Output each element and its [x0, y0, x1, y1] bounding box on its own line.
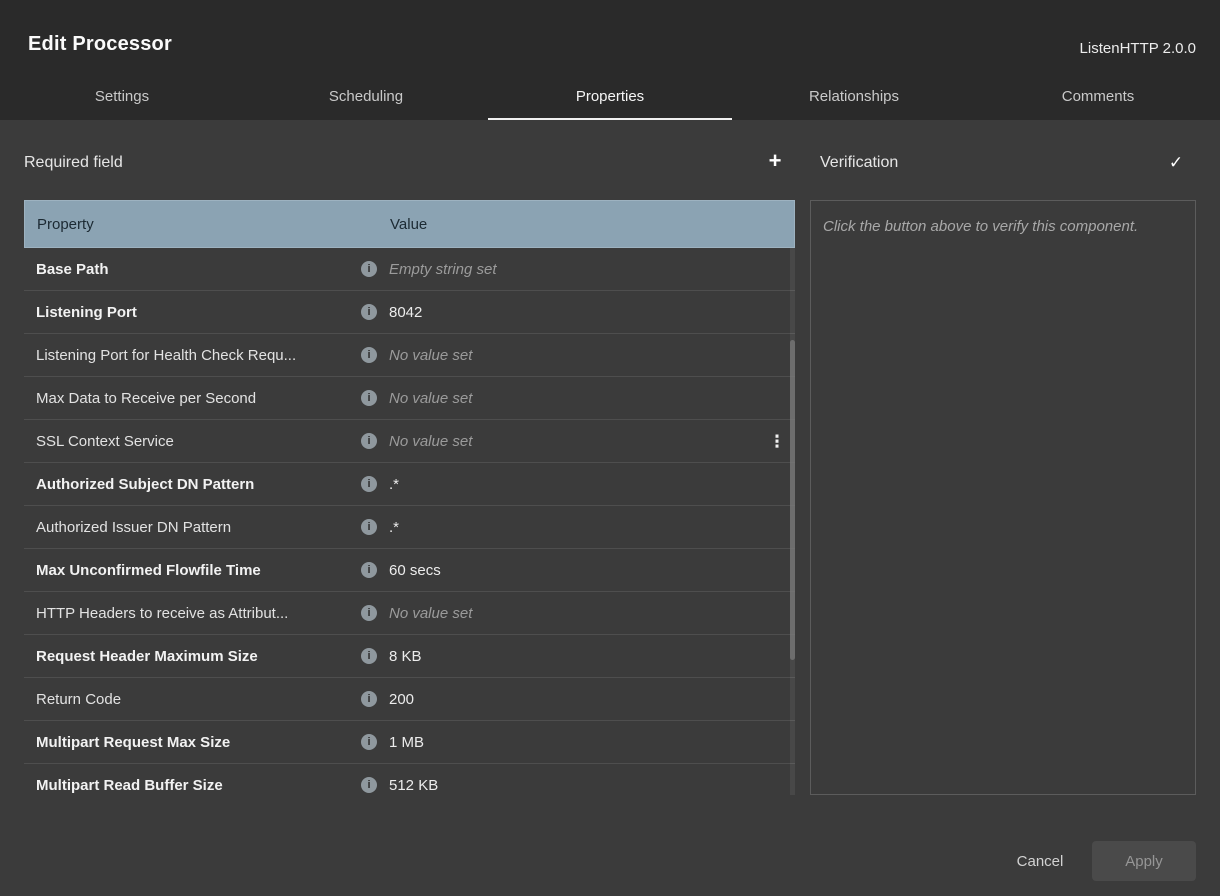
info-icon[interactable]: i — [361, 519, 377, 535]
table-row[interactable]: Request Header Maximum Size i 8 KB — [24, 635, 795, 678]
property-name: Multipart Request Max Size — [24, 734, 361, 751]
property-value: 1 MB — [389, 734, 759, 751]
table-row[interactable]: Max Data to Receive per Second i No valu… — [24, 377, 795, 420]
property-name: Max Data to Receive per Second — [24, 390, 361, 407]
table-row[interactable]: Multipart Read Buffer Size i 512 KB — [24, 764, 795, 795]
table-row[interactable]: Multipart Request Max Size i 1 MB — [24, 721, 795, 764]
property-name: Return Code — [24, 691, 361, 708]
property-value: .* — [389, 476, 759, 493]
property-name: HTTP Headers to receive as Attribut... — [24, 605, 361, 622]
table-row[interactable]: Return Code i 200 — [24, 678, 795, 721]
properties-table-body: Base Path i Empty string set Listening P… — [24, 248, 795, 795]
property-name: SSL Context Service — [24, 433, 361, 450]
verification-message: Click the button above to verify this co… — [811, 201, 1195, 253]
property-value: Empty string set — [389, 261, 759, 278]
table-row[interactable]: Max Unconfirmed Flowfile Time i 60 secs — [24, 549, 795, 592]
property-name: Multipart Read Buffer Size — [24, 777, 361, 794]
info-icon[interactable]: i — [361, 777, 377, 793]
table-row[interactable]: Listening Port i 8042 — [24, 291, 795, 334]
table-row[interactable]: Authorized Issuer DN Pattern i .* — [24, 506, 795, 549]
property-value: No value set — [389, 390, 759, 407]
tab-properties[interactable]: Properties — [488, 74, 732, 120]
info-icon[interactable]: i — [361, 304, 377, 320]
info-icon[interactable]: i — [361, 390, 377, 406]
info-icon[interactable]: i — [361, 734, 377, 750]
property-value: No value set — [389, 433, 759, 450]
property-value: 512 KB — [389, 777, 759, 794]
property-name: Listening Port for Health Check Requ... — [24, 347, 361, 364]
add-property-button[interactable]: + — [762, 148, 788, 174]
property-value: 8 KB — [389, 648, 759, 665]
tab-settings[interactable]: Settings — [0, 74, 244, 120]
verification-title: Verification — [820, 154, 898, 172]
tab-relationships[interactable]: Relationships — [732, 74, 976, 120]
property-name: Max Unconfirmed Flowfile Time — [24, 562, 361, 579]
table-row[interactable]: Authorized Subject DN Pattern i .* — [24, 463, 795, 506]
property-value: No value set — [389, 347, 759, 364]
property-name: Base Path — [24, 261, 361, 278]
info-icon[interactable]: i — [361, 476, 377, 492]
property-name: Authorized Subject DN Pattern — [24, 476, 361, 493]
info-icon[interactable]: i — [361, 648, 377, 664]
property-value: No value set — [389, 605, 759, 622]
row-menu-icon[interactable]: ⋮ — [769, 433, 786, 450]
property-value: 8042 — [389, 304, 759, 321]
verify-button[interactable]: ✓ — [1162, 150, 1190, 176]
table-scrollbar-track — [790, 248, 795, 795]
dialog-title: Edit Processor — [28, 33, 172, 56]
property-name: Authorized Issuer DN Pattern — [24, 519, 361, 536]
tab-comments[interactable]: Comments — [976, 74, 1220, 120]
properties-table: Property Value Base Path i Empty string … — [24, 200, 795, 795]
processor-version: ListenHTTP 2.0.0 — [1080, 40, 1196, 57]
property-value: 200 — [389, 691, 759, 708]
required-field-label: Required field — [24, 154, 123, 172]
property-value: 60 secs — [389, 562, 759, 579]
table-scrollbar-thumb[interactable] — [790, 340, 795, 660]
info-icon[interactable]: i — [361, 433, 377, 449]
property-value: .* — [389, 519, 759, 536]
table-row[interactable]: Listening Port for Health Check Requ... … — [24, 334, 795, 377]
column-header-value: Value — [390, 216, 758, 233]
table-row[interactable]: SSL Context Service i No value set ⋮ — [24, 420, 795, 463]
checkmark-icon: ✓ — [1169, 153, 1183, 173]
info-icon[interactable]: i — [361, 562, 377, 578]
column-header-property: Property — [25, 216, 362, 233]
info-icon[interactable]: i — [361, 347, 377, 363]
table-row[interactable]: Base Path i Empty string set — [24, 248, 795, 291]
info-icon[interactable]: i — [361, 605, 377, 621]
info-icon[interactable]: i — [361, 691, 377, 707]
tab-bar: Settings Scheduling Properties Relations… — [0, 74, 1220, 120]
dialog-header: Edit Processor ListenHTTP 2.0.0 Settings… — [0, 0, 1220, 120]
property-name: Listening Port — [24, 304, 361, 321]
cancel-button[interactable]: Cancel — [1000, 841, 1080, 881]
plus-icon: + — [769, 148, 782, 174]
table-row[interactable]: HTTP Headers to receive as Attribut... i… — [24, 592, 795, 635]
tab-scheduling[interactable]: Scheduling — [244, 74, 488, 120]
property-name: Request Header Maximum Size — [24, 648, 361, 665]
info-icon[interactable]: i — [361, 261, 377, 277]
apply-button[interactable]: Apply — [1092, 841, 1196, 881]
verification-panel: Click the button above to verify this co… — [810, 200, 1196, 795]
properties-table-header: Property Value — [24, 200, 795, 248]
